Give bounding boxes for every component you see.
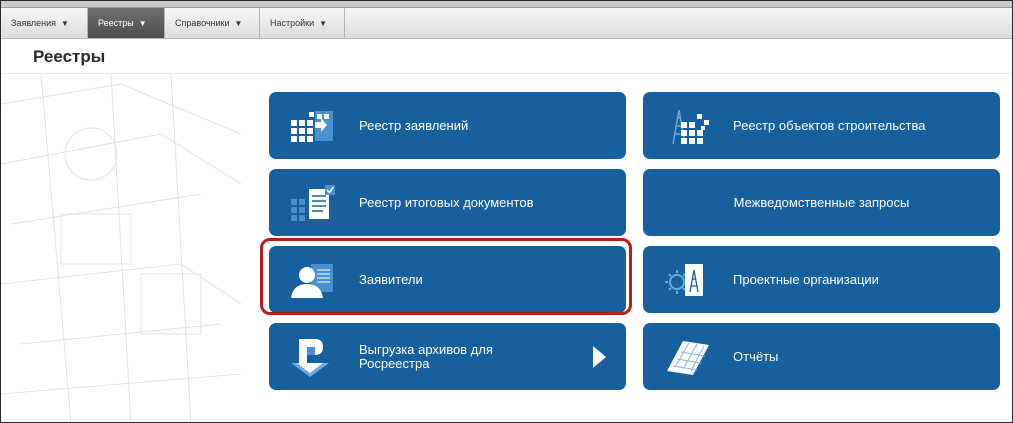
tile-reports[interactable]: Отчёты	[643, 323, 1000, 390]
tile-applications-registry[interactable]: Реестр заявлений	[269, 92, 626, 159]
app-window: Заявления ▼ Реестры ▼ Справочники ▼ Настрой…	[0, 0, 1013, 423]
menu-item-registries[interactable]: Реестры ▼	[88, 8, 165, 38]
menu-item-label: Реестры	[98, 18, 134, 28]
rosreestr-logo-icon	[291, 339, 329, 377]
tile-label: Межведомственные запросы	[733, 194, 910, 210]
main-menu-bar: Заявления ▼ Реестры ▼ Справочники ▼ Настрой…	[1, 8, 1012, 39]
menu-item-applications[interactable]: Заявления ▼	[1, 8, 88, 38]
tile-label-line1: Выгрузка архивов для	[359, 341, 493, 357]
tile-interagency-requests[interactable]: Межведомственные запросы	[643, 169, 1000, 236]
spreadsheet-icon	[667, 341, 709, 375]
tile-label: Реестр объектов строительства	[733, 117, 926, 133]
tile-construction-registry[interactable]: Реестр объектов строительства	[643, 92, 1000, 159]
menu-item-settings[interactable]: Настройки ▼	[260, 8, 345, 38]
tile-label: Реестр заявлений	[359, 117, 469, 133]
chevron-down-icon: ▼	[234, 18, 243, 28]
play-arrow-icon	[593, 346, 606, 368]
chevron-down-icon: ▼	[61, 18, 69, 28]
menu-item-label: Заявления	[11, 18, 57, 28]
page-title: Реестры	[33, 47, 106, 66]
grid-document-icon	[291, 185, 335, 221]
grid-arrow-icon	[291, 111, 333, 142]
applicants-highlight-frame	[260, 238, 632, 315]
tile-rosreestr-export[interactable]: Выгрузка архивов для Росреестра	[269, 323, 626, 390]
page-header: Реестры	[1, 39, 1012, 74]
menu-item-label: Настройки	[270, 18, 315, 28]
tower-grid-icon	[672, 109, 709, 145]
tile-label: Отчёты	[733, 348, 779, 364]
chevron-down-icon: ▼	[138, 18, 147, 28]
tile-label-line2: Росреестра	[359, 355, 430, 371]
tile-label: Проектные организации	[733, 271, 879, 287]
tile-label: Выгрузка архивов для Росреестра	[359, 323, 493, 390]
menu-item-label: Справочники	[175, 18, 230, 28]
background-blueprint-decoration	[1, 74, 241, 422]
menu-item-directories[interactable]: Справочники ▼	[165, 8, 260, 38]
tile-design-organizations[interactable]: Проектные организации	[643, 246, 1000, 313]
chevron-down-icon: ▼	[319, 18, 328, 28]
window-top-strip	[1, 1, 1012, 8]
tile-final-documents-registry[interactable]: Реестр итоговых документов	[269, 169, 626, 236]
gear-document-icon	[665, 264, 703, 296]
tile-label: Реестр итоговых документов	[359, 194, 534, 210]
